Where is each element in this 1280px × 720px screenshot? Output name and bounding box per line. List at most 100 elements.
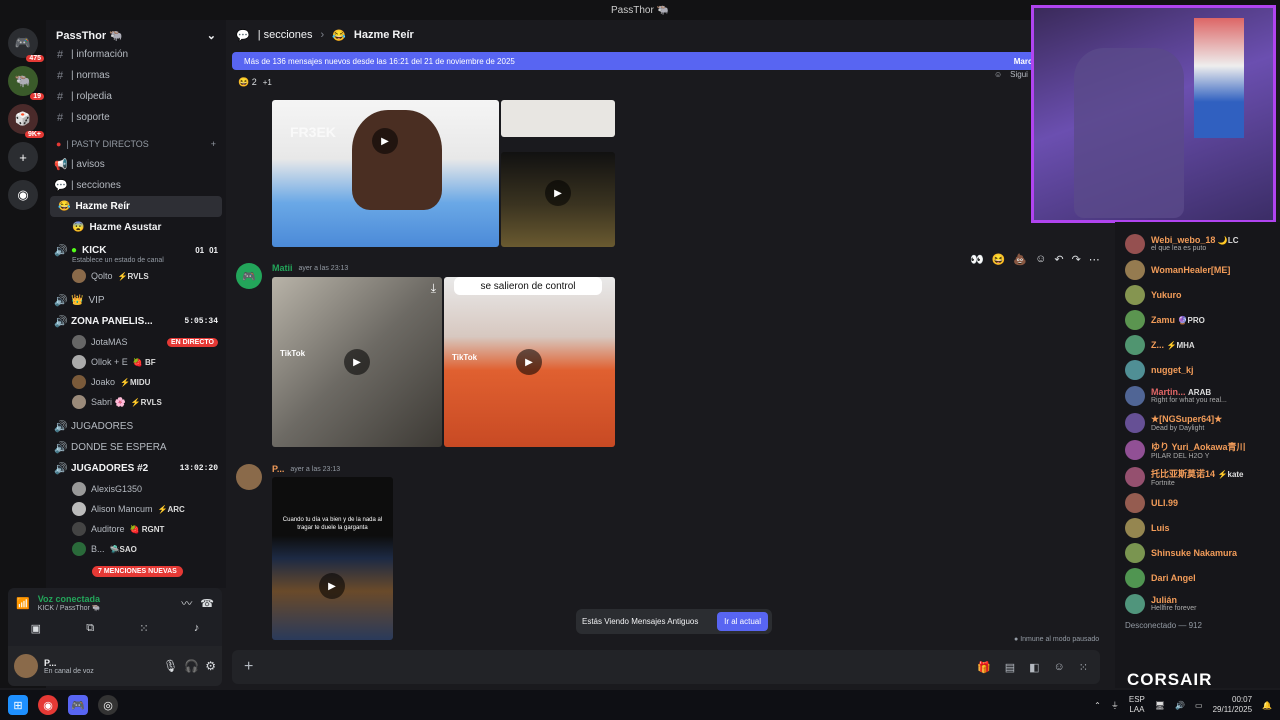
- voice-user[interactable]: Sabri 🌸 ⚡RVLS: [46, 392, 226, 412]
- headphones-icon[interactable]: 🎧: [184, 659, 199, 673]
- soundboard-icon[interactable]: ♪: [194, 622, 200, 635]
- add-server-icon[interactable]: +: [8, 142, 38, 172]
- play-icon[interactable]: ▶: [344, 349, 370, 375]
- message-input[interactable]: + 🎁 ▤ ◧ ☺ ⁙: [232, 650, 1100, 684]
- member-item[interactable]: Z... ⚡MHA: [1115, 332, 1280, 357]
- voice-channel-vip[interactable]: 🔊 👑 VIP: [46, 290, 226, 311]
- notification-icon[interactable]: 🔔: [1262, 701, 1272, 710]
- member-item[interactable]: Zamu 🔮PRO: [1115, 307, 1280, 332]
- reply-icon[interactable]: ↶: [1054, 253, 1063, 266]
- member-item[interactable]: Shinsuke Nakamura: [1115, 540, 1280, 565]
- camera-off-icon[interactable]: ▣: [31, 622, 41, 635]
- breadcrumb-parent[interactable]: | secciones: [258, 29, 313, 41]
- author-name[interactable]: P...: [272, 464, 284, 474]
- microphone-icon[interactable]: 🎙: [163, 659, 178, 673]
- member-item[interactable]: Webi_webo_18 🌙LC el que lea es puto: [1115, 230, 1280, 257]
- author-avatar[interactable]: [236, 464, 262, 490]
- server-icon-1[interactable]: 🐃 19: [8, 66, 44, 100]
- reaction-more[interactable]: +1: [263, 78, 272, 87]
- keyboard-layout[interactable]: LAA: [1129, 705, 1145, 715]
- video-attachment[interactable]: ▶: [501, 152, 615, 247]
- member-item[interactable]: Dari Angel: [1115, 565, 1280, 590]
- new-mentions-badge[interactable]: 7 MENCIONES NUEVAS: [92, 566, 183, 577]
- eyes-reaction-icon[interactable]: 👀: [970, 253, 984, 266]
- activities-icon[interactable]: ⁙: [139, 622, 148, 635]
- voice-user[interactable]: JotaMAS EN DIRECTO: [46, 332, 226, 352]
- voice-user[interactable]: Qolto ⚡RVLS: [46, 266, 226, 286]
- member-item[interactable]: 托比亚斯莫诺14 ⚡kate Fortnite: [1115, 463, 1280, 490]
- explore-icon[interactable]: ◉: [8, 180, 38, 210]
- gif-icon[interactable]: ▤: [1005, 661, 1015, 674]
- new-messages-banner[interactable]: Más de 136 mensajes nuevos desde las 16:…: [232, 52, 1052, 70]
- channel-rolpedia[interactable]: # | rolpedia: [46, 86, 226, 107]
- sticker-icon[interactable]: ◧: [1029, 661, 1039, 674]
- member-item[interactable]: ULI.99: [1115, 490, 1280, 515]
- video-attachment[interactable]: TikTok ▶ ⤓: [272, 277, 442, 447]
- category-pasty-directos[interactable]: ● | PASTY DIRECTOS +: [46, 134, 226, 154]
- laugh-reaction-icon[interactable]: 😆: [992, 253, 1006, 266]
- author-avatar[interactable]: 🎮: [236, 263, 262, 289]
- apps-icon[interactable]: ⁙: [1079, 661, 1088, 674]
- add-reaction-icon[interactable]: ☺: [1035, 253, 1046, 266]
- voice-user[interactable]: Alison Mancum ⚡ARC: [46, 499, 226, 519]
- member-item[interactable]: Martin... ARAB Right for what you real...: [1115, 382, 1280, 409]
- more-icon[interactable]: ⋯: [1089, 253, 1100, 266]
- member-item[interactable]: ★[NGSuper64]★ Dead by Daylight: [1115, 409, 1280, 436]
- channel-status[interactable]: Establece un estado de canal: [46, 257, 226, 264]
- disconnect-icon[interactable]: ☎: [200, 597, 214, 610]
- network-icon[interactable]: 🖥: [1155, 701, 1165, 710]
- forward-icon[interactable]: ↷: [1072, 253, 1081, 266]
- video-attachment[interactable]: se salieron de control TikTok ▶: [444, 277, 615, 447]
- channel-secciones[interactable]: 💬 | secciones: [46, 175, 226, 196]
- voice-channel-espera[interactable]: 🔊 DONDE SE ESPERA: [46, 437, 226, 458]
- chevron-up-icon[interactable]: ⌃: [1094, 701, 1101, 710]
- settings-gear-icon[interactable]: ⚙: [205, 659, 216, 673]
- user-avatar[interactable]: [14, 654, 38, 678]
- member-item[interactable]: Luis: [1115, 515, 1280, 540]
- voice-channel-zona[interactable]: 🔊 ZONA PANELIS... 5:05:34: [46, 311, 226, 332]
- channel-normas[interactable]: # | normas: [46, 65, 226, 86]
- voice-user[interactable]: AlexisG1350: [46, 479, 226, 499]
- author-name[interactable]: Matii: [272, 263, 293, 273]
- voice-user[interactable]: B... 🛸SAO: [46, 539, 226, 559]
- image-attachment[interactable]: [501, 100, 615, 137]
- member-item[interactable]: nugget_kj: [1115, 357, 1280, 382]
- plus-icon[interactable]: +: [244, 658, 253, 676]
- poop-reaction-icon[interactable]: 💩: [1013, 253, 1027, 266]
- video-attachment[interactable]: FR3EK ▶: [272, 100, 499, 247]
- plus-icon[interactable]: +: [211, 139, 216, 149]
- channel-soporte[interactable]: # | soporte: [46, 107, 226, 128]
- thread-hazme-reir[interactable]: 😂 Hazme Reír: [50, 196, 222, 217]
- reaction-chip[interactable]: 😆 2: [238, 77, 257, 88]
- play-icon[interactable]: ▶: [372, 128, 398, 154]
- follow-button[interactable]: Sigui: [1010, 70, 1028, 79]
- jump-to-present-button[interactable]: Ir al actual: [717, 612, 768, 631]
- voice-channel-jugadores-2[interactable]: 🔊 JUGADORES #2 13:02:20: [46, 458, 226, 479]
- member-item[interactable]: Yukuro: [1115, 282, 1280, 307]
- battery-icon[interactable]: ▭: [1195, 701, 1203, 710]
- voice-user[interactable]: Auditore 🍓 RGNT: [46, 519, 226, 539]
- member-item[interactable]: WomanHealer[ME]: [1115, 257, 1280, 282]
- voice-channel-jugadores[interactable]: 🔊 JUGADORES: [46, 416, 226, 437]
- clock-time[interactable]: 00:07: [1213, 695, 1252, 705]
- video-attachment[interactable]: Cuando tu día va bien y de la nada al tr…: [272, 477, 393, 640]
- server-icon-2[interactable]: 🎲 9K+: [8, 104, 44, 138]
- play-icon[interactable]: ▶: [545, 180, 571, 206]
- voice-user[interactable]: Ollok + E 🍓 BF: [46, 352, 226, 372]
- discord-icon[interactable]: 🎮: [68, 695, 88, 715]
- app-icon[interactable]: ◎: [98, 695, 118, 715]
- emoji-icon[interactable]: ☺: [994, 70, 1002, 79]
- gift-icon[interactable]: 🎁: [977, 661, 991, 674]
- thread-hazme-asustar[interactable]: 😨 Hazme Asustar: [46, 217, 226, 238]
- voice-user[interactable]: Joako ⚡MIDU: [46, 372, 226, 392]
- clock-date[interactable]: 29/11/2025: [1213, 705, 1252, 715]
- language[interactable]: ESP: [1129, 695, 1145, 705]
- discord-home-icon[interactable]: 🎮 475: [8, 28, 44, 62]
- windows-start-icon[interactable]: ⊞: [8, 695, 28, 715]
- member-item[interactable]: Julián Hellfire forever: [1115, 590, 1280, 617]
- usb-icon[interactable]: ⏚: [1111, 700, 1119, 711]
- play-icon[interactable]: ▶: [319, 573, 345, 599]
- emoji-icon[interactable]: ☺: [1054, 661, 1065, 674]
- channel-informacion[interactable]: # | información: [46, 44, 226, 65]
- screen-share-icon[interactable]: ⧉: [86, 622, 94, 635]
